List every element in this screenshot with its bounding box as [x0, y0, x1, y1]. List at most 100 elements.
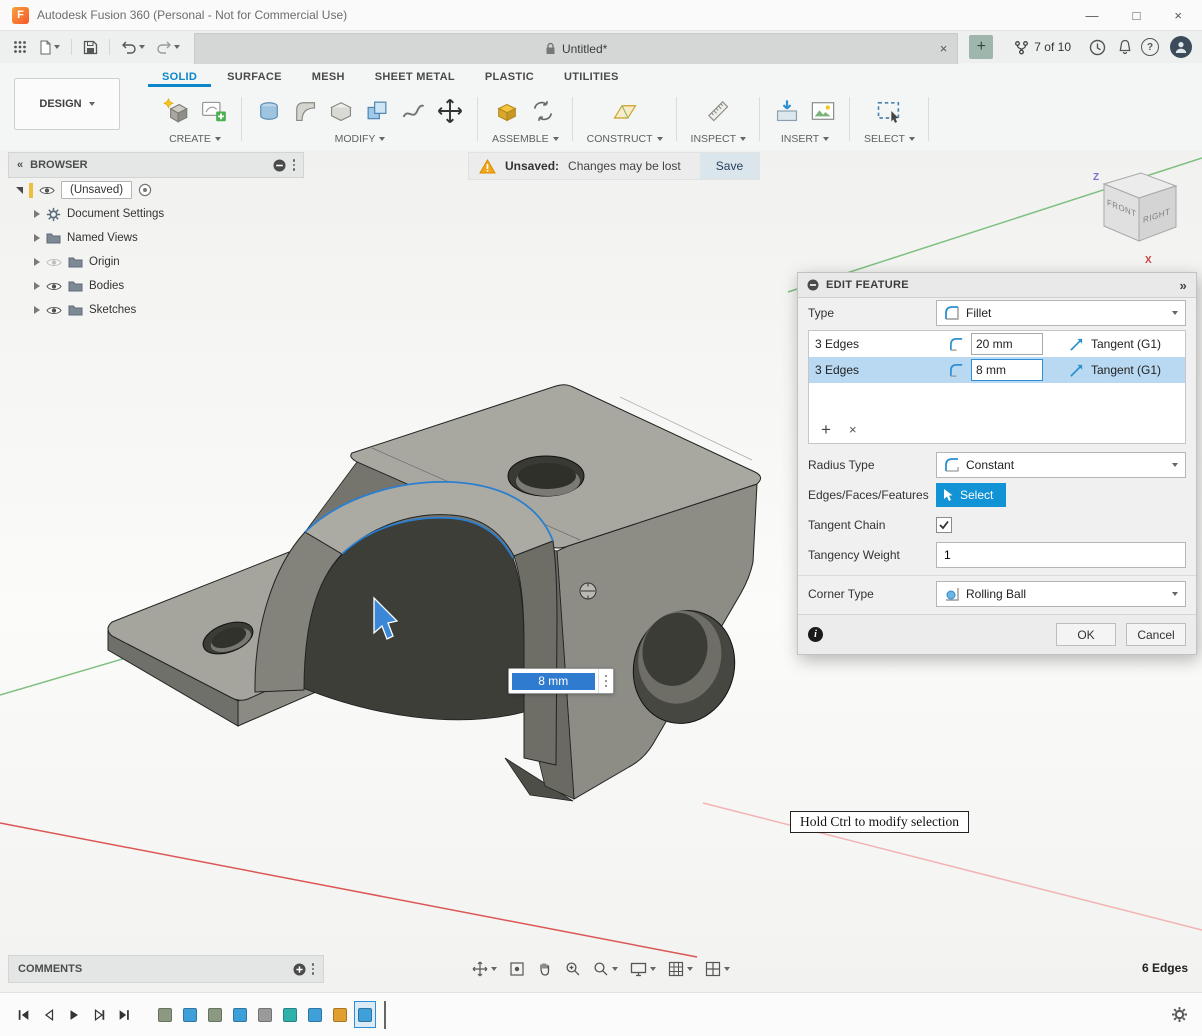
timeline-feature-shell[interactable]	[279, 1001, 301, 1028]
step-forward-button[interactable]	[89, 1005, 109, 1025]
tangent-condition-value[interactable]: Tangent (G1)	[1091, 337, 1161, 351]
tab-mesh[interactable]: MESH	[298, 66, 359, 87]
new-tab-button[interactable]: +	[969, 35, 993, 59]
viewcube-right-label[interactable]: RIGHT	[1143, 206, 1170, 225]
dimension-input[interactable]: 8 mm	[508, 668, 614, 694]
grid-settings-icon[interactable]	[668, 961, 693, 977]
add-comment-icon[interactable]	[293, 963, 306, 976]
document-tab[interactable]: Untitled* ×	[194, 33, 958, 64]
select-button[interactable]: Select	[936, 483, 1006, 507]
collapse-all-icon[interactable]	[273, 159, 286, 172]
timeline-feature-extrude[interactable]	[304, 1001, 326, 1028]
close-button[interactable]: ×	[1174, 8, 1182, 23]
dimension-grip-icon[interactable]	[598, 669, 614, 693]
step-back-button[interactable]	[39, 1005, 59, 1025]
zoom-window-icon[interactable]	[593, 961, 618, 977]
move-copy-icon[interactable]	[436, 97, 464, 125]
job-status-button[interactable]	[1086, 35, 1109, 59]
document-name[interactable]: (Unsaved)	[61, 181, 132, 199]
window-select-icon[interactable]	[875, 98, 903, 124]
maximize-button[interactable]: □	[1133, 8, 1141, 23]
browser-header[interactable]: « BROWSER	[8, 152, 304, 178]
timeline-feature-fillet[interactable]	[329, 1001, 351, 1028]
info-icon[interactable]: i	[808, 627, 823, 642]
browser-row-sketches[interactable]: Sketches	[8, 298, 304, 322]
combine-icon[interactable]	[364, 98, 390, 124]
browser-row-named-views[interactable]: Named Views	[8, 226, 304, 250]
corner-type-dropdown[interactable]: Rolling Ball	[936, 581, 1186, 607]
display-settings-icon[interactable]	[630, 962, 656, 977]
expander-closed-icon[interactable]	[34, 210, 40, 218]
selected-edge[interactable]	[305, 482, 553, 541]
timeline-feature-fillet-editing[interactable]	[354, 1001, 376, 1028]
panel-grip-icon[interactable]	[293, 159, 296, 171]
new-solid-icon[interactable]	[162, 97, 190, 125]
viewcube-front-label[interactable]: FRONT	[1107, 197, 1136, 219]
timeline-feature-sketch[interactable]	[204, 1001, 226, 1028]
tangent-condition-value[interactable]: Tangent (G1)	[1091, 363, 1161, 377]
help-button[interactable]: ?	[1141, 38, 1159, 56]
inspect-menu-button[interactable]: INSPECT	[691, 130, 747, 149]
version-control-button[interactable]: 7 of 10	[1014, 40, 1071, 55]
measure-icon[interactable]	[705, 98, 731, 124]
fillet-icon[interactable]	[292, 98, 318, 124]
file-menu-button[interactable]	[35, 35, 63, 59]
type-dropdown[interactable]: Fillet	[936, 300, 1186, 326]
panel-collapse-icon[interactable]: «	[17, 159, 23, 171]
timeline-settings-gear-icon[interactable]	[1171, 1006, 1188, 1023]
browser-row-document[interactable]: (Unsaved)	[8, 178, 304, 202]
visibility-eye-icon[interactable]	[46, 305, 62, 316]
dialog-menu-icon[interactable]	[807, 279, 819, 291]
tab-surface[interactable]: SURFACE	[213, 66, 296, 87]
radius-input-active[interactable]	[971, 359, 1043, 381]
select-menu-button[interactable]: SELECT	[864, 130, 915, 149]
insert-menu-button[interactable]: INSERT	[781, 130, 829, 149]
split-icon[interactable]	[400, 98, 426, 124]
ok-button[interactable]: OK	[1056, 623, 1116, 646]
expander-closed-icon[interactable]	[34, 282, 40, 290]
expander-closed-icon[interactable]	[34, 258, 40, 266]
skip-to-start-button[interactable]	[14, 1005, 34, 1025]
tangency-weight-input[interactable]	[936, 542, 1186, 568]
timeline-feature-sketch[interactable]	[154, 1001, 176, 1028]
insert-canvas-icon[interactable]	[774, 98, 800, 124]
edge-set-row[interactable]: 3 Edges Tangent (G1)	[809, 331, 1185, 357]
joint-icon[interactable]	[530, 98, 556, 124]
shell-icon[interactable]	[328, 98, 354, 124]
panel-grip-icon[interactable]	[312, 963, 315, 975]
timeline-feature-hole[interactable]	[254, 1001, 276, 1028]
insert-image-icon[interactable]	[810, 98, 836, 124]
tab-utilities[interactable]: UTILITIES	[550, 66, 633, 87]
selected-edge[interactable]	[342, 518, 513, 558]
dialog-expand-icon[interactable]: »	[1179, 278, 1187, 293]
undo-button[interactable]	[118, 35, 148, 59]
save-now-button[interactable]: Save	[700, 153, 759, 179]
notifications-button[interactable]	[1114, 35, 1136, 59]
dimension-value[interactable]: 8 mm	[512, 673, 595, 690]
workspace-selector[interactable]: DESIGN	[14, 78, 120, 130]
create-menu-button[interactable]: CREATE	[169, 130, 221, 149]
viewcube[interactable]: FRONT RIGHT Z X	[1093, 172, 1176, 266]
orbit-icon[interactable]	[472, 961, 497, 977]
visibility-eye-icon[interactable]	[39, 185, 55, 196]
radius-type-dropdown[interactable]: Constant	[936, 452, 1186, 478]
user-avatar[interactable]	[1170, 36, 1192, 58]
timeline-playhead[interactable]	[384, 1001, 386, 1029]
save-button[interactable]	[80, 35, 101, 59]
app-grid-icon[interactable]	[10, 35, 30, 59]
zoom-icon[interactable]	[565, 961, 581, 977]
tab-solid[interactable]: SOLID	[148, 66, 211, 87]
remove-edge-set-button[interactable]: ×	[849, 422, 857, 437]
press-pull-icon[interactable]	[256, 98, 282, 124]
expander-open-icon[interactable]	[16, 187, 23, 194]
tangent-chain-checkbox[interactable]	[936, 517, 952, 533]
activate-radio-icon[interactable]	[138, 183, 152, 197]
expander-closed-icon[interactable]	[34, 234, 40, 242]
pan-icon[interactable]	[537, 961, 553, 977]
play-button[interactable]	[64, 1005, 84, 1025]
visibility-eye-off-icon[interactable]	[46, 257, 62, 268]
redo-button[interactable]	[153, 35, 183, 59]
timeline-feature-extrude[interactable]	[179, 1001, 201, 1028]
viewports-icon[interactable]	[705, 961, 730, 977]
model-body[interactable]	[108, 385, 761, 801]
